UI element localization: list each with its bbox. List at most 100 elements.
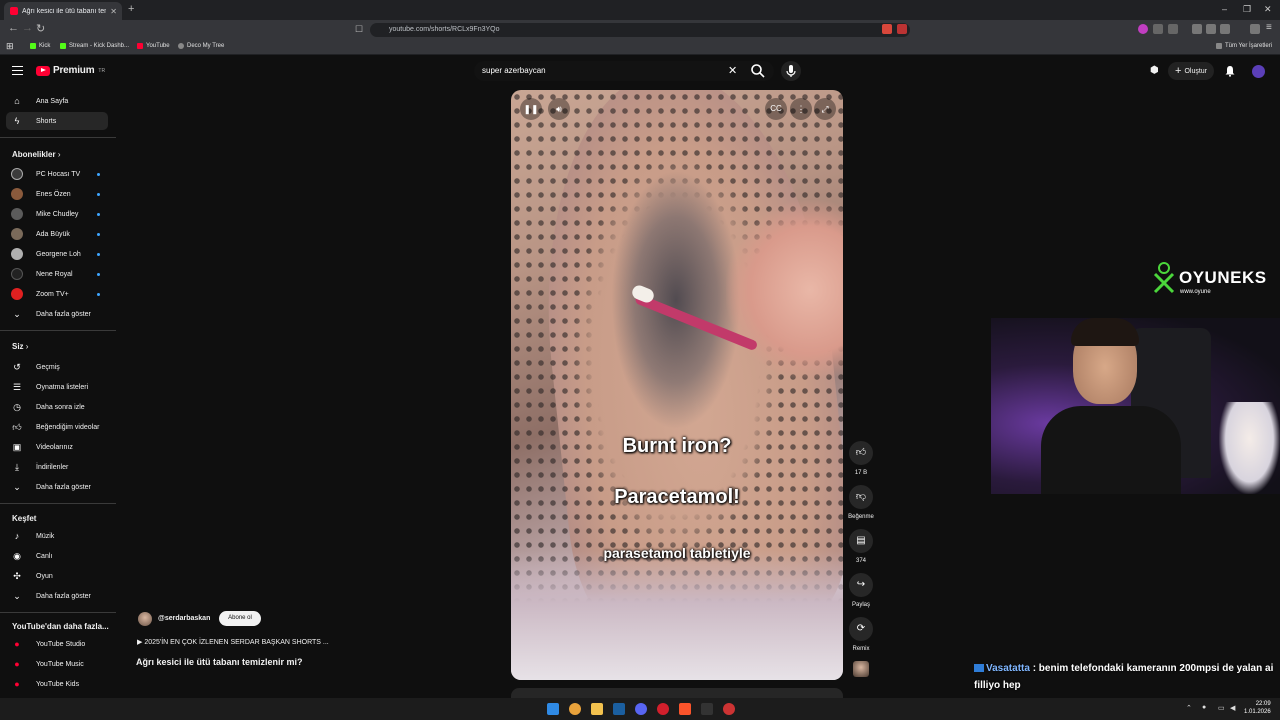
browser-tab[interactable]: Ağrı kesici ile ütü tabanı tem ✕ — [4, 2, 122, 20]
close-window-button[interactable]: ✕ — [1264, 4, 1272, 15]
video-title: Ağrı kesici ile ütü tabanı temizlenir mi… — [136, 657, 303, 667]
short-video-player[interactable]: Burnt iron? Paracetamol! parasetamol tab… — [511, 90, 843, 680]
volume-icon[interactable]: 🔊︎ — [548, 98, 570, 120]
tray-mic-icon[interactable]: ● — [1202, 704, 1206, 711]
sidebar-item-subscription[interactable]: PC Hocası TV — [0, 165, 116, 183]
subscriptions-heading[interactable]: Abonelikler › — [12, 150, 60, 159]
sidebar-item-gaming[interactable]: ✣ Oyun — [0, 567, 116, 585]
taskbar-clock[interactable]: 22:09 1.01.2026 — [1244, 700, 1271, 716]
bookmark-kick[interactable]: Kick — [30, 43, 50, 49]
sidebar-show-more[interactable]: ⌄ Daha fazla göster — [0, 305, 116, 323]
sidebar-item-downloads[interactable]: ⤓ İndirilenler — [0, 458, 116, 476]
sound-avatar[interactable] — [853, 661, 869, 677]
cast-icon[interactable]: ⬢ — [1150, 66, 1160, 76]
sidebar-item-subscription[interactable]: Mike Chudley — [0, 205, 116, 223]
youtube-premium-logo[interactable]: Premium TR — [36, 65, 105, 76]
tray-chevron-icon[interactable]: ⌃ — [1186, 704, 1192, 712]
bookmark-deco-my-tree[interactable]: Deco My Tree — [178, 43, 224, 49]
sidebar-item-home[interactable]: ⌂ Ana Sayfa — [0, 92, 116, 110]
captions-icon[interactable]: CC — [765, 98, 787, 120]
reload-button[interactable]: ↻ — [36, 22, 45, 35]
app-icon[interactable] — [723, 703, 735, 715]
playlist-link[interactable]: ▶ 2025'İN EN ÇOK İZLENEN SERDAR BAŞKAN S… — [137, 638, 329, 646]
iron-base-image — [511, 550, 843, 680]
you-heading[interactable]: Siz › — [12, 342, 28, 351]
opera-icon[interactable] — [657, 703, 669, 715]
like-button[interactable]: 👍︎ 17 B — [847, 441, 875, 476]
forward-button[interactable]: → — [22, 22, 33, 34]
brave-shield-icon[interactable] — [882, 24, 892, 34]
extension-icon[interactable] — [1138, 24, 1148, 34]
steam-icon[interactable] — [613, 703, 625, 715]
sidebar-item-subscription[interactable]: Enes Özen — [0, 185, 116, 203]
account-avatar[interactable] — [1252, 65, 1265, 78]
tray-volume-icon[interactable]: ◀ — [1230, 704, 1235, 712]
sidebar-item-playlists[interactable]: ☰ Oynatma listeleri — [0, 378, 116, 396]
app-icon[interactable] — [701, 703, 713, 715]
music-icon: ♪ — [14, 531, 20, 541]
sidebar-icon[interactable] — [1206, 24, 1216, 34]
fullscreen-icon[interactable]: ⤢ — [814, 98, 836, 120]
pause-icon[interactable]: ❚❚ — [520, 98, 542, 120]
bookmark-icon[interactable]: ☐ — [355, 24, 363, 35]
sidebar-item-your-videos[interactable]: ▣ Videolarınız — [0, 438, 116, 456]
dislike-button[interactable]: 👎︎ Beğenme — [847, 485, 875, 520]
sidebar-item-youtube-music[interactable]: ● YouTube Music — [0, 655, 116, 673]
apps-icon[interactable]: ⊞ — [6, 41, 14, 52]
sidebar-show-more[interactable]: ⌄ Daha fazla göster — [0, 478, 116, 496]
discord-icon[interactable] — [635, 703, 647, 715]
comments-button[interactable]: ▤ 374 — [847, 529, 875, 564]
notifications-bell-icon[interactable] — [1224, 65, 1236, 77]
restore-button[interactable]: ❐ — [1243, 4, 1251, 15]
chevron-down-icon: ⌄ — [13, 309, 21, 319]
sidebar-item-watch-later[interactable]: ◷ Daha sonra izle — [0, 398, 116, 416]
new-tab-button[interactable]: + — [128, 3, 134, 15]
minimize-button[interactable]: – — [1222, 4, 1227, 14]
thumbs-down-icon: 👎︎ — [849, 485, 873, 509]
voice-search-button[interactable] — [781, 61, 801, 81]
channel-avatar[interactable] — [138, 612, 152, 626]
more-options-icon[interactable]: ⋮ — [790, 98, 812, 120]
chrome-icon[interactable] — [569, 703, 581, 715]
brave-rewards-icon[interactable] — [897, 24, 907, 34]
close-tab-icon[interactable]: ✕ — [110, 7, 122, 16]
wallet-icon[interactable] — [1220, 24, 1230, 34]
profile-icon[interactable] — [1250, 24, 1260, 34]
clear-search-icon[interactable]: ✕ — [728, 64, 737, 77]
start-icon[interactable] — [547, 703, 559, 715]
create-button[interactable]: + Oluştur — [1168, 62, 1214, 80]
sidebar-item-history[interactable]: ↺ Geçmiş — [0, 358, 116, 376]
sidebar-item-subscription[interactable]: Zoom TV+ — [0, 285, 116, 303]
subscribe-button[interactable]: Abone ol — [219, 611, 261, 626]
chat-message: Vasatatta : benim telefondaki kameranın … — [974, 660, 1274, 694]
sidebar-show-more[interactable]: ⌄ Daha fazla göster — [0, 587, 116, 605]
bookmark-kick-dashboard[interactable]: Stream - Kick Dashb... — [60, 43, 129, 49]
all-bookmarks[interactable]: Tüm Yer İşaretleri — [1216, 43, 1272, 49]
file-explorer-icon[interactable] — [591, 703, 603, 715]
sidebar-item-live[interactable]: ◉ Canlı — [0, 547, 116, 565]
sidebar-item-youtube-kids[interactable]: ● YouTube Kids — [0, 675, 116, 693]
extension-icon[interactable] — [1153, 24, 1163, 34]
url-field[interactable]: youtube.com/shorts/RCLx9Fn3YQo — [370, 23, 910, 37]
brave-icon[interactable] — [679, 703, 691, 715]
search-icon[interactable] — [750, 63, 766, 79]
sidebar-item-liked-videos[interactable]: 👍︎ Beğendiğim videolar — [0, 418, 116, 436]
channel-name[interactable]: @serdarbaskan — [158, 615, 210, 622]
sidebar-item-subscription[interactable]: Ada Büyük — [0, 225, 116, 243]
sidebar-item-youtube-studio[interactable]: ● YouTube Studio — [0, 635, 116, 653]
sidebar-item-shorts[interactable]: ϟ Shorts — [6, 112, 108, 130]
next-short-preview[interactable] — [511, 688, 843, 698]
bookmark-youtube[interactable]: YouTube — [137, 43, 170, 49]
back-button[interactable]: ← — [8, 22, 19, 34]
sidebar-item-music[interactable]: ♪ Müzik — [0, 527, 116, 545]
tray-network-icon[interactable]: ▭ — [1218, 704, 1225, 712]
hamburger-menu-icon[interactable] — [12, 66, 23, 75]
share-button[interactable]: ↪ Paylaş — [847, 573, 875, 608]
sidebar-item-subscription[interactable]: Georgene Loh — [0, 245, 116, 263]
remix-button[interactable]: ⟳ Remix — [847, 617, 875, 652]
sidebar-item-label: Georgene Loh — [36, 250, 81, 258]
sidebar-item-subscription[interactable]: Nene Royal — [0, 265, 116, 283]
extension-icon[interactable] — [1168, 24, 1178, 34]
media-icon[interactable] — [1192, 24, 1202, 34]
menu-icon[interactable]: ≡ — [1266, 22, 1272, 33]
